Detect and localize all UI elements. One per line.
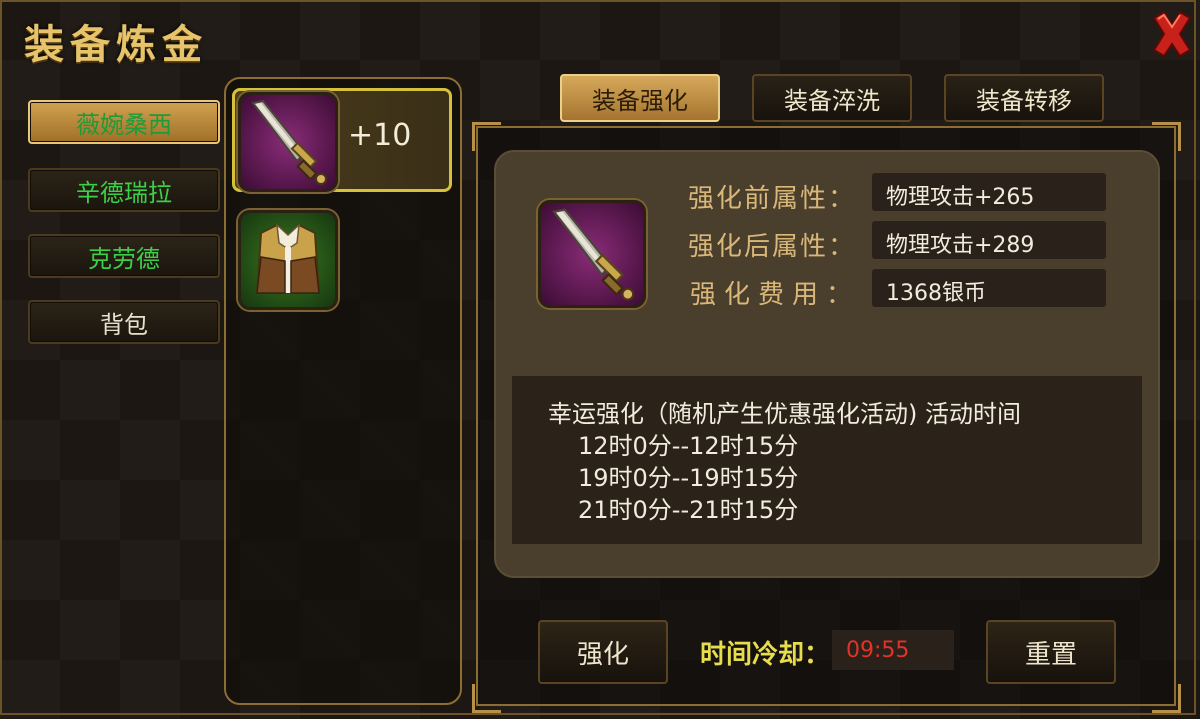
event-time: 12时0分--12时15分: [578, 432, 799, 460]
reset-button[interactable]: 重置: [986, 620, 1116, 684]
panel-corner: [1152, 684, 1181, 713]
sidebar-item-character-3[interactable]: 克劳德: [28, 234, 220, 278]
cooldown-timer: 09:55: [832, 630, 954, 670]
before-attribute-value: 物理攻击+265: [872, 173, 1106, 211]
before-attribute-label: 强化前属性：: [688, 184, 857, 214]
sword-icon: [251, 99, 327, 185]
panel-corner: [472, 122, 501, 151]
panel-corner: [1152, 122, 1181, 151]
event-time: 19时0分--19时15分: [578, 464, 799, 492]
inventory-item-sword[interactable]: [238, 92, 338, 192]
sidebar-item-character-2[interactable]: 辛德瑞拉: [28, 168, 220, 212]
cost-value: 1368银币: [872, 269, 1106, 307]
inventory-item-armor[interactable]: [238, 210, 338, 310]
tab-refine[interactable]: 装备淬洗: [752, 74, 912, 122]
sidebar-item-label: 薇婉桑西: [76, 110, 172, 139]
event-headline: 幸运强化（随机产生优惠强化活动) 活动时间: [548, 400, 1021, 428]
sidebar-item-backpack[interactable]: 背包: [28, 300, 220, 344]
event-time: 21时0分--21时15分: [578, 496, 799, 524]
sidebar-item-label: 辛德瑞拉: [76, 178, 172, 207]
sidebar-item-character-1[interactable]: 薇婉桑西: [28, 100, 220, 144]
sidebar-item-label: 克劳德: [88, 244, 160, 273]
cost-label: 强化费用：: [690, 280, 861, 310]
item-enhance-level: +10: [348, 118, 412, 153]
event-info-box: 幸运强化（随机产生优惠强化活动) 活动时间 12时0分--12时15分 19时0…: [512, 376, 1142, 544]
after-attribute-value: 物理攻击+289: [872, 221, 1106, 259]
after-attribute-label: 强化后属性：: [688, 232, 857, 262]
close-icon: [1152, 10, 1192, 58]
panel-corner: [472, 684, 501, 713]
tab-enhance[interactable]: 装备强化: [560, 74, 720, 122]
sword-icon: [552, 208, 635, 301]
armor-vest-icon: [255, 223, 321, 294]
enhance-button[interactable]: 强化: [538, 620, 668, 684]
page-title: 装备炼金: [24, 22, 208, 68]
sidebar-item-label: 背包: [100, 310, 148, 339]
enhance-item-preview: [538, 200, 646, 308]
cooldown-label: 时间冷却：: [700, 640, 831, 670]
close-button[interactable]: [1148, 8, 1196, 60]
tab-transfer[interactable]: 装备转移: [944, 74, 1104, 122]
